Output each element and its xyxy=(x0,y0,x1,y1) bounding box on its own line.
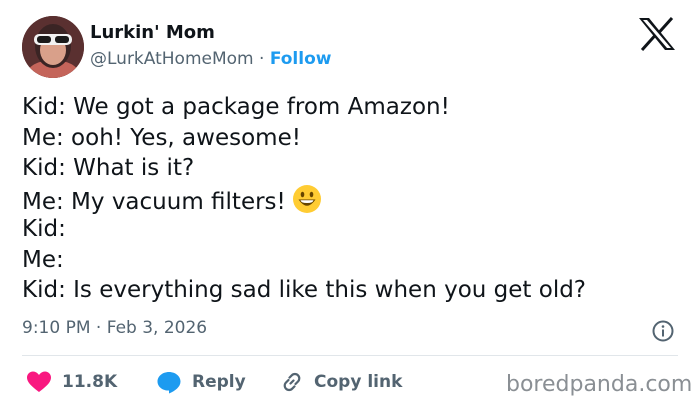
timestamp-time: 9:10 PM xyxy=(22,318,91,338)
tweet-line: Kid: Is everything sad like this when yo… xyxy=(22,277,587,303)
copy-link-button[interactable]: Copy link xyxy=(280,369,402,395)
like-count: 11.8K xyxy=(62,372,118,392)
timestamp-separator: · xyxy=(95,318,102,338)
tweet-line-with-emoji: Me: My vacuum filters! xyxy=(22,184,586,215)
reply-button[interactable]: Reply xyxy=(156,369,246,395)
info-icon[interactable] xyxy=(651,319,675,343)
copy-link-label: Copy link xyxy=(314,372,403,392)
x-logo-icon[interactable] xyxy=(638,17,676,51)
like-button[interactable]: 11.8K xyxy=(26,369,117,395)
avatar[interactable] xyxy=(22,16,84,78)
handle-separator: · xyxy=(259,49,265,69)
grinning-face-emoji-icon xyxy=(292,184,321,213)
timestamp-date: Feb 3, 2026 xyxy=(106,318,208,338)
tweet-text: Kid: We got a package from Amazon! Me: o… xyxy=(22,92,586,306)
display-name[interactable]: Lurkin' Mom xyxy=(90,22,215,43)
handle[interactable]: @LurkAtHomeMom xyxy=(90,49,254,69)
tweet-line: Kid: We got a package from Amazon! xyxy=(22,94,450,120)
tweet-line: Me: xyxy=(22,246,64,273)
follow-button[interactable]: Follow xyxy=(270,49,332,69)
watermark: boredpanda.com xyxy=(506,372,693,397)
handle-row: @LurkAtHomeMom · Follow xyxy=(90,49,331,69)
reply-label: Reply xyxy=(192,372,246,392)
avatar-photo xyxy=(22,16,84,78)
tweet-line: Kid: xyxy=(22,216,66,242)
heart-icon xyxy=(27,371,51,392)
tweet-line: Me: ooh! Yes, awesome! xyxy=(22,124,301,151)
speech-bubble-icon xyxy=(157,372,181,394)
divider xyxy=(22,355,678,356)
link-icon xyxy=(283,372,301,392)
tweet-line: Kid: What is it? xyxy=(22,155,195,181)
timestamp[interactable]: 9:10 PM · Feb 3, 2026 xyxy=(22,318,207,338)
tweet-line-text: Me: My vacuum filters! xyxy=(22,188,286,215)
